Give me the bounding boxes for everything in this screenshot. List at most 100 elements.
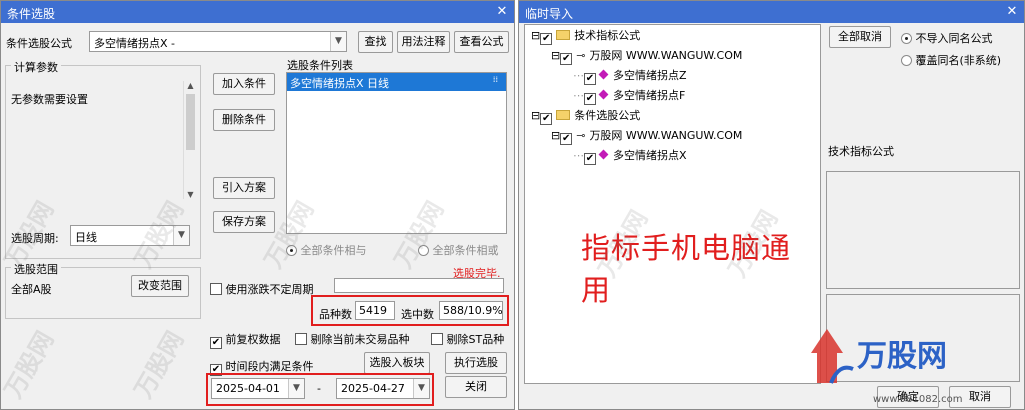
checkbox[interactable] — [210, 283, 222, 295]
checkbox[interactable] — [295, 333, 307, 345]
irregular-period-input[interactable] — [334, 278, 504, 293]
temp-import-window: 临时导入 ✕ ⊟ ✔ 技术指标公式 ⊟ ✔ ⊸ 万股网 WWW.WANGUW.COM ⋯ ✔… — [518, 0, 1025, 410]
stock-filter-titlebar: 条件选股 ✕ — [1, 1, 514, 23]
formula-select[interactable]: 多空情绪拐点X - ▼ — [89, 31, 347, 52]
formula-icon — [598, 89, 609, 100]
exclude-untraded-label: 剔除当前未交易品种 — [310, 333, 410, 346]
to-block-button[interactable]: 选股入板块 — [364, 352, 430, 374]
forward-adjust-label: 前复权数据 — [225, 333, 281, 346]
checkbox[interactable]: ✔ — [584, 73, 596, 85]
radio-all-and[interactable]: 全部条件相与 — [286, 242, 367, 258]
period-condition-label: 时间段内满足条件 — [225, 360, 314, 373]
tree-node-label: 多空情绪拐点F — [613, 89, 686, 102]
tree-node-formula[interactable]: ⋯ ✔ 多空情绪拐点Z — [573, 68, 687, 85]
formula-tree[interactable]: ⊟ ✔ 技术指标公式 ⊟ ✔ ⊸ 万股网 WWW.WANGUW.COM ⋯ ✔ 多空情绪拐点Z… — [524, 24, 821, 384]
formula-label: 条件选股公式 — [6, 37, 72, 50]
exclude-st-checkbox[interactable]: 剔除ST品种 — [431, 331, 504, 347]
key-icon: ⊸ — [576, 49, 586, 62]
exclude-untraded-checkbox[interactable]: 剔除当前未交易品种 — [295, 331, 410, 347]
collapse-icon[interactable]: ⊟ — [531, 109, 540, 122]
scroll-thumb[interactable] — [186, 94, 195, 150]
tree-node-stock-formulas[interactable]: ⊟ ✔ 条件选股公式 — [531, 108, 640, 125]
condition-list-item[interactable]: 多空情绪拐点X 日线 ⁞⁞ — [287, 73, 506, 91]
tree-node-label: 万股网 WWW.WANGUW.COM — [589, 129, 743, 142]
overlay-caption: 指标手机电脑通用 — [581, 231, 792, 307]
execute-button[interactable]: 执行选股 — [445, 352, 507, 374]
collapse-icon[interactable]: ⊟ — [551, 129, 560, 142]
import-plan-button[interactable]: 引入方案 — [213, 177, 275, 199]
radio-overwrite-label: 覆盖同名(非系统) — [915, 54, 1002, 67]
info-panel — [826, 171, 1020, 289]
tree-node-label: 万股网 WWW.WANGUW.COM — [589, 49, 743, 62]
tree-node-label: 多空情绪拐点Z — [613, 69, 687, 82]
folder-icon — [556, 110, 571, 120]
brand-url: www.981082.com — [873, 394, 963, 405]
no-params-text: 无参数需要设置 — [11, 93, 88, 106]
close-button[interactable]: 关闭 — [445, 376, 507, 398]
temp-import-titlebar: 临时导入 ✕ — [519, 1, 1024, 23]
radio-all-or[interactable]: 全部条件相或 — [418, 242, 499, 258]
checkbox[interactable]: ✔ — [584, 153, 596, 165]
collapse-icon[interactable]: ⊟ — [531, 29, 540, 42]
checkbox[interactable]: ✔ — [540, 33, 553, 45]
tree-node-author[interactable]: ⊟ ✔ ⊸ 万股网 WWW.WANGUW.COM — [551, 48, 743, 65]
save-plan-button[interactable]: 保存方案 — [213, 211, 275, 233]
period-select[interactable]: 日线 ▼ — [70, 225, 190, 246]
condition-list[interactable]: 多空情绪拐点X 日线 ⁞⁞ — [286, 72, 507, 234]
close-icon[interactable]: ✕ — [1004, 4, 1020, 20]
info-label: 技术指标公式 — [828, 145, 894, 158]
brand-watermark — [809, 323, 857, 392]
irregular-period-label: 使用涨跌不定周期 — [225, 283, 314, 296]
scroll-down-icon[interactable]: ▼ — [184, 190, 197, 199]
tree-node-formula[interactable]: ⋯ ✔ 多空情绪拐点X — [573, 148, 687, 165]
checkbox[interactable]: ✔ — [584, 93, 596, 105]
formula-select-value: 多空情绪拐点X - — [94, 37, 176, 50]
radio-overwrite[interactable]: 覆盖同名(非系统) — [901, 52, 1001, 68]
radio-no-import[interactable]: 不导入同名公式 — [901, 30, 993, 46]
radio-dot[interactable] — [286, 245, 297, 256]
formula-icon — [598, 69, 609, 80]
collapse-icon[interactable]: ⊟ — [551, 49, 560, 62]
usage-notes-button[interactable]: 用法注释 — [397, 31, 450, 53]
brand-arrow-icon — [811, 329, 854, 384]
radio-no-import-label: 不导入同名公式 — [915, 32, 993, 45]
forward-adjust-checkbox[interactable]: ✔ 前复权数据 — [210, 331, 281, 349]
radio-dot[interactable] — [901, 33, 912, 44]
radio-or-label: 全部条件相或 — [432, 244, 499, 257]
add-condition-button[interactable]: 加入条件 — [213, 73, 275, 95]
key-icon: ⊸ — [576, 129, 586, 142]
cancel-all-button[interactable]: 全部取消 — [829, 26, 891, 48]
count-highlight — [311, 295, 509, 326]
date-highlight — [206, 373, 434, 406]
period-label: 选股周期: — [11, 232, 59, 245]
tree-node-author[interactable]: ⊟ ✔ ⊸ 万股网 WWW.WANGUW.COM — [551, 128, 743, 145]
watermark-logo: 万股网 — [129, 326, 190, 403]
watermark-logo: 万股网 — [0, 326, 60, 403]
folder-icon — [556, 30, 571, 40]
window-title: 条件选股 — [7, 7, 56, 21]
checkbox[interactable]: ✔ — [210, 337, 222, 349]
radio-and-label: 全部条件相与 — [300, 244, 367, 257]
tree-node-tech-formulas[interactable]: ⊟ ✔ 技术指标公式 — [531, 28, 640, 45]
scroll-up-icon[interactable]: ▲ — [184, 81, 197, 90]
tree-node-formula[interactable]: ⋯ ✔ 多空情绪拐点F — [573, 88, 686, 105]
params-scrollbar[interactable]: ▲ ▼ — [183, 81, 197, 199]
radio-dot[interactable] — [418, 245, 429, 256]
close-icon[interactable]: ✕ — [494, 4, 510, 20]
condition-list-item-label: 多空情绪拐点X 日线 — [290, 77, 390, 90]
checkbox[interactable]: ✔ — [560, 133, 573, 145]
radio-dot[interactable] — [901, 55, 912, 66]
change-range-button[interactable]: 改变范围 — [131, 275, 189, 297]
checkbox[interactable]: ✔ — [540, 113, 553, 125]
find-button[interactable]: 查找 — [358, 31, 393, 53]
irregular-period-checkbox[interactable]: 使用涨跌不定周期 — [210, 281, 314, 297]
checkbox[interactable] — [431, 333, 443, 345]
checkbox[interactable]: ✔ — [560, 53, 573, 65]
drag-handle-icon[interactable]: ⁞⁞ — [493, 75, 498, 84]
delete-condition-button[interactable]: 删除条件 — [213, 109, 275, 131]
range-label: 选股范围 — [11, 261, 61, 277]
chevron-down-icon[interactable]: ▼ — [330, 32, 346, 51]
stock-filter-window: 条件选股 ✕ 条件选股公式 多空情绪拐点X - ▼ 查找 用法注释 查看公式 计… — [0, 0, 515, 410]
chevron-down-icon[interactable]: ▼ — [173, 226, 189, 245]
view-formula-button[interactable]: 查看公式 — [454, 31, 509, 53]
